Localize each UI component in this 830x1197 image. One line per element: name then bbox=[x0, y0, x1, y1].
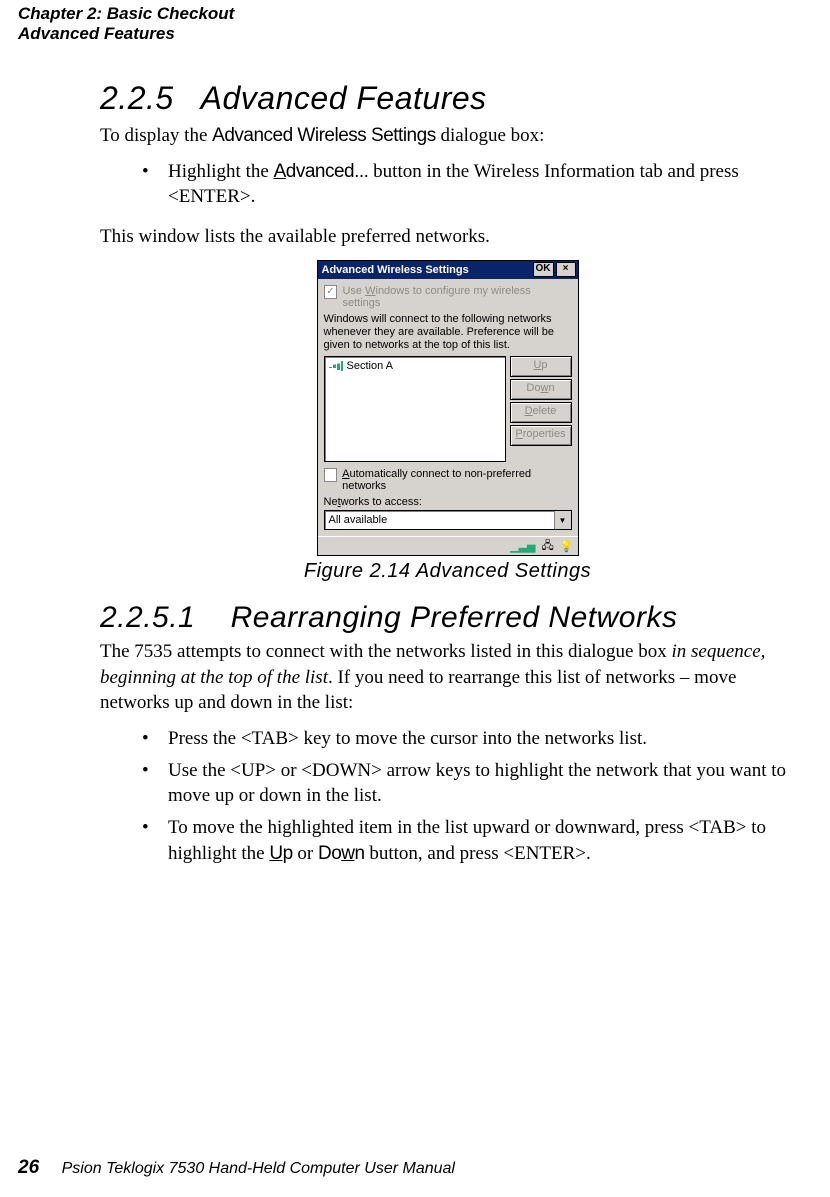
down-button[interactable]: Down bbox=[510, 379, 572, 400]
ok-button[interactable]: OK bbox=[533, 262, 554, 277]
bullet-item: Highlight the Advanced... button in the … bbox=[142, 159, 795, 210]
combo-label: Networks to access: bbox=[324, 496, 572, 508]
delete-button[interactable]: Delete bbox=[510, 402, 572, 423]
subsection-title: Rearranging Preferred Networks bbox=[231, 601, 678, 634]
combo-value: All available bbox=[325, 514, 554, 526]
checkbox-row: ✓ Use Windows to configure my wireless s… bbox=[324, 285, 572, 309]
checkbox-label: Use Windows to configure my wireless set… bbox=[342, 285, 571, 309]
subsection-number: 2.2.5.1 bbox=[100, 601, 195, 634]
down-ref: Down bbox=[318, 843, 365, 864]
status-bar: ▁▃▅ 🖧 💡 bbox=[318, 536, 578, 555]
section-title: Advanced Features bbox=[201, 80, 487, 116]
section-heading: 2.2.5 Advanced Features bbox=[100, 80, 795, 117]
info-text: Windows will connect to the following ne… bbox=[324, 313, 572, 353]
dialog-name: Advanced Wireless Settings bbox=[212, 125, 436, 146]
figure-caption: Figure 2.14 Advanced Settings bbox=[100, 560, 795, 583]
networks-access-combo[interactable]: All available ▼ bbox=[324, 510, 572, 530]
steps-list: Press the <TAB> key to move the cursor i… bbox=[100, 726, 795, 866]
header-line-2: Advanced Features bbox=[18, 24, 234, 44]
list-item[interactable]: Section A bbox=[327, 359, 503, 373]
bullet-item: To move the highlighted item in the list… bbox=[142, 815, 795, 866]
paragraph: The 7535 attempts to connect with the ne… bbox=[100, 639, 795, 716]
checkbox-label: Automatically connect to non-preferred n… bbox=[342, 468, 571, 492]
checkbox-auto-connect[interactable] bbox=[324, 468, 338, 482]
network-icon: 🖧 bbox=[542, 537, 554, 556]
networks-listbox[interactable]: Section A bbox=[324, 356, 506, 462]
signal-icon bbox=[329, 361, 343, 371]
page-content: 2.2.5 Advanced Features To display the A… bbox=[100, 80, 795, 880]
intro-paragraph: To display the Advanced Wireless Setting… bbox=[100, 123, 795, 149]
bulb-icon: 💡 bbox=[560, 540, 574, 553]
up-ref: Up bbox=[269, 843, 292, 864]
up-button[interactable]: Up bbox=[510, 356, 572, 377]
page-footer: 26 Psion Teklogix 7530 Hand-Held Compute… bbox=[18, 1157, 455, 1179]
footer-text: Psion Teklogix 7530 Hand-Held Computer U… bbox=[62, 1160, 455, 1177]
subsection-heading: 2.2.5.1 Rearranging Preferred Networks bbox=[100, 601, 795, 635]
signal-icon: ▁▃▅ bbox=[510, 540, 535, 553]
button-ref: Advanced... bbox=[274, 161, 369, 182]
chevron-down-icon[interactable]: ▼ bbox=[554, 511, 571, 529]
bullet-item: Use the <UP> or <DOWN> arrow keys to hig… bbox=[142, 758, 795, 809]
checkbox-use-windows[interactable]: ✓ bbox=[324, 285, 338, 299]
header-line-1: Chapter 2: Basic Checkout bbox=[18, 4, 234, 24]
page-number: 26 bbox=[18, 1157, 39, 1178]
dialog-body: ✓ Use Windows to configure my wireless s… bbox=[318, 279, 578, 537]
properties-button[interactable]: Properties bbox=[510, 425, 572, 446]
close-button[interactable]: × bbox=[556, 262, 576, 277]
intro-bullets: Highlight the Advanced... button in the … bbox=[100, 159, 795, 210]
bullet-item: Press the <TAB> key to move the cursor i… bbox=[142, 726, 795, 752]
paragraph: This window lists the available preferre… bbox=[100, 224, 795, 250]
window-title: Advanced Wireless Settings bbox=[322, 264, 531, 276]
running-header: Chapter 2: Basic Checkout Advanced Featu… bbox=[18, 4, 234, 45]
screenshot-advanced-wireless: Advanced Wireless Settings OK × ✓ Use Wi… bbox=[317, 260, 579, 557]
section-number: 2.2.5 bbox=[100, 80, 174, 116]
window-titlebar: Advanced Wireless Settings OK × bbox=[318, 261, 578, 279]
list-item-label: Section A bbox=[347, 360, 393, 372]
